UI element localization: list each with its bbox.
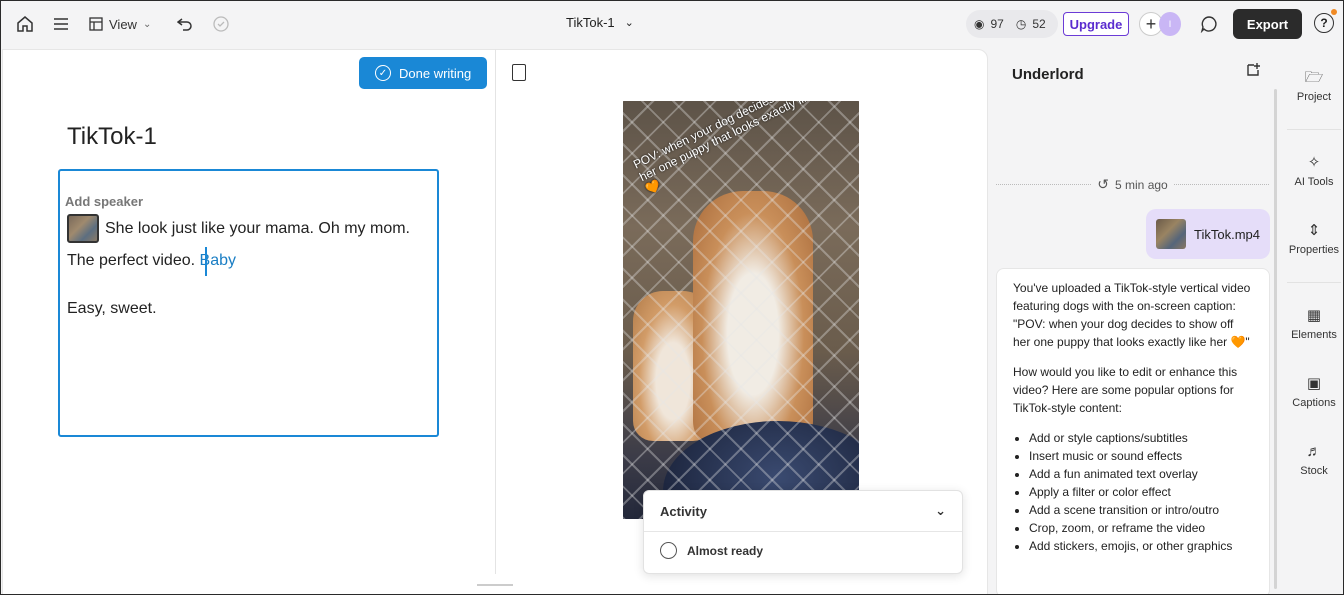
transcript-line-1[interactable]: She look just like your mama. Oh my mom. [105,220,410,238]
reply-paragraph: You've uploaded a TikTok-style vertical … [1013,279,1253,351]
export-button[interactable]: Export [1233,9,1302,39]
transcript-line-3[interactable]: Easy, sweet. [67,300,157,318]
view-menu-button[interactable]: View ⌄ [89,12,151,36]
activity-item: Almost ready [644,532,962,569]
assistant-reply: You've uploaded a TikTok-style vertical … [996,268,1270,594]
timestamp-line [1173,183,1269,186]
sparkle-icon: ✧ [1307,154,1321,171]
saved-check-icon [209,12,233,36]
underlord-title: Underlord [1012,66,1084,83]
eye-icon: ◉ [974,17,985,31]
file-name: TikTok.mp4 [1194,226,1260,242]
document-title-dropdown[interactable]: TikTok-1 ⌄ [566,15,634,30]
loading-spinner-icon [660,542,677,559]
view-label: View [109,16,137,32]
video-preview[interactable]: POV: when your dog decides to show off h… [623,101,859,519]
timestamp-text: 5 min ago [1115,177,1168,192]
rail-ai-tools[interactable]: ✧ AI Tools [1287,154,1341,188]
chevron-down-icon: ⌄ [142,18,152,30]
chat-timestamp: ↺ 5 min ago [996,176,1269,193]
top-bar: View ⌄ TikTok-1 ⌄ ◉ 97 ◷ 52 Upgrade + I … [1,1,1343,47]
rail-label: Captions [1292,397,1336,409]
folder-icon: 🗁 [1304,69,1324,86]
credits-a: 97 [990,17,1004,31]
transcript-line-2[interactable]: The perfect video. Baby [67,252,236,270]
text-cursor [205,247,207,276]
rail-label: Elements [1291,329,1337,341]
list-item: Insert music or sound effects [1029,447,1253,465]
sliders-icon: ⇕ [1307,222,1321,239]
list-item: Crop, zoom, or reframe the video [1029,519,1253,537]
avatar[interactable]: I [1159,12,1181,36]
rail-captions[interactable]: ▣ Captions [1287,375,1341,409]
chat-scrollbar[interactable] [1274,89,1277,589]
document-title: TikTok-1 [566,15,615,30]
rail-label: AI Tools [1294,176,1334,188]
stock-media-icon: ♬ [1306,443,1322,460]
rail-label: Properties [1288,244,1340,256]
chevron-down-icon[interactable]: ⌄ [935,503,946,519]
captions-icon: ▣ [1306,375,1322,392]
list-item: Add a fun animated text overlay [1029,465,1253,483]
reply-paragraph: How would you like to edit or enhance th… [1013,365,1238,415]
new-chat-icon[interactable] [1245,62,1261,81]
list-item: Add or style captions/subtitles [1029,429,1253,447]
done-writing-label: Done writing [399,65,472,81]
rail-divider [1287,129,1341,130]
reply-quote: "POV: when your dog decides to show off … [1013,317,1250,349]
transcript-text: The perfect video. [67,252,200,269]
panel-divider[interactable] [495,49,496,574]
notification-dot [1331,9,1337,15]
upgrade-button[interactable]: Upgrade [1063,12,1129,36]
help-icon[interactable]: ? [1314,13,1334,33]
file-thumbnail [1156,219,1186,249]
script-title[interactable]: TikTok-1 [67,123,157,151]
undo-icon[interactable] [173,12,197,36]
speaker-thumbnail[interactable] [67,214,99,243]
home-icon[interactable] [13,12,37,36]
app-window: View ⌄ TikTok-1 ⌄ ◉ 97 ◷ 52 Upgrade + I … [0,0,1344,595]
menu-icon[interactable] [49,12,73,36]
scroll-handle[interactable] [477,584,513,586]
credits-b: 52 [1032,17,1046,31]
list-item: Apply a filter or color effect [1029,483,1253,501]
credits-indicator[interactable]: ◉ 97 ◷ 52 [966,10,1058,38]
rail-label: Stock [1300,465,1328,477]
rail-stock[interactable]: ♬ Stock [1287,443,1341,477]
activity-status: Almost ready [687,543,764,558]
done-writing-button[interactable]: ✓ Done writing [359,57,487,89]
timestamp-line [996,183,1092,186]
activity-title: Activity [660,503,707,519]
history-icon: ↺ [1097,176,1110,192]
options-list: Add or style captions/subtitles Insert m… [1013,429,1253,555]
rail-project[interactable]: 🗁 Project [1287,69,1341,103]
uploaded-file-message[interactable]: TikTok.mp4 [1146,209,1270,259]
portrait-layout-icon[interactable] [512,64,526,81]
activity-header[interactable]: Activity ⌄ [644,491,962,532]
activity-popup: Activity ⌄ Almost ready [643,490,963,574]
rail-elements[interactable]: ▦ Elements [1287,307,1341,341]
rail-divider [1287,282,1341,283]
list-item: Add stickers, emojis, or other graphics [1029,537,1253,555]
list-item: Add a scene transition or intro/outro [1029,501,1253,519]
reply-text: You've uploaded a TikTok-style vertical … [1013,281,1251,313]
shapes-icon: ▦ [1306,307,1322,324]
layout-icon [89,17,103,31]
check-circle-icon: ✓ [375,65,391,81]
comment-icon[interactable] [1197,12,1221,36]
clock-icon: ◷ [1015,17,1027,31]
chevron-down-icon: ⌄ [624,17,634,29]
add-speaker-button[interactable]: Add speaker [65,194,143,209]
rail-properties[interactable]: ⇕ Properties [1287,222,1341,256]
rail-label: Project [1296,91,1332,103]
